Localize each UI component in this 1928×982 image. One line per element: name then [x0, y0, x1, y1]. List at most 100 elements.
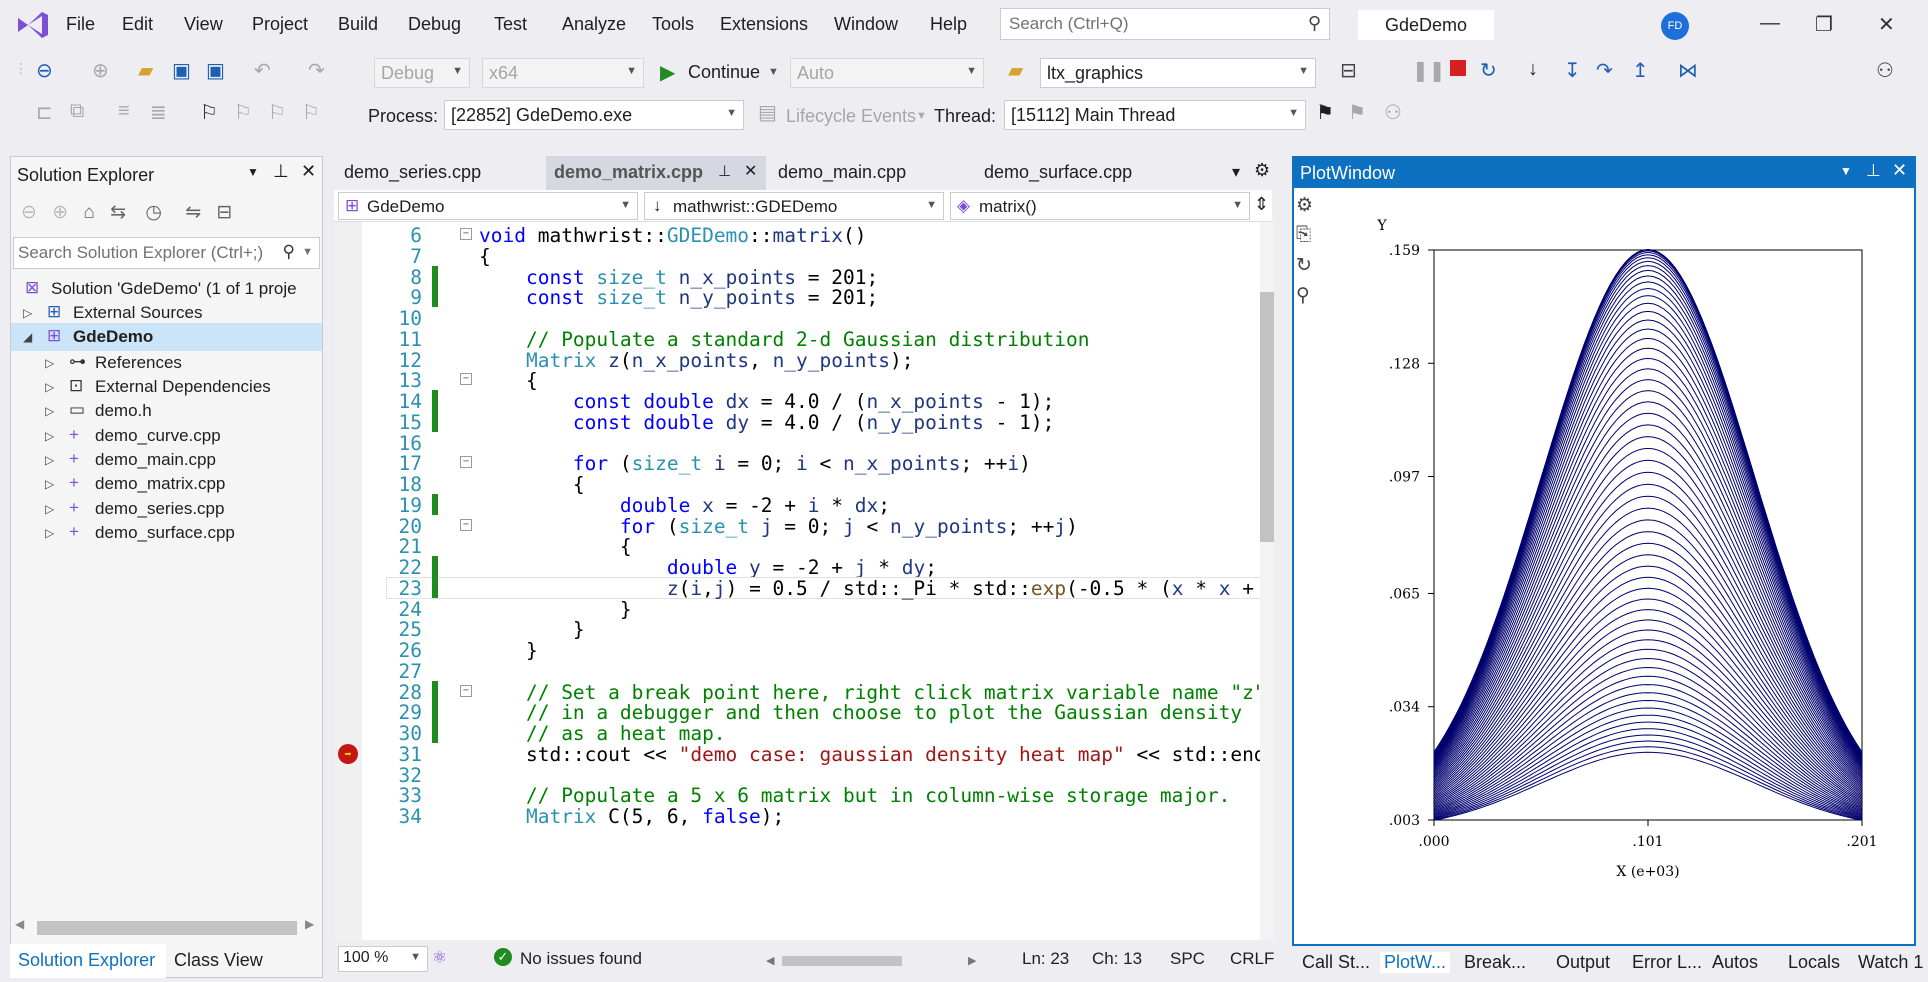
pin-icon[interactable]: ⊥: [273, 161, 289, 182]
platform-combo[interactable]: x64 ▼: [482, 58, 644, 88]
collapsed-icon[interactable]: ▷: [45, 404, 54, 418]
scroll-left-icon[interactable]: ◀: [15, 917, 24, 931]
restore-icon[interactable]: ❐: [1815, 12, 1833, 37]
save-all-icon[interactable]: ▣: [206, 58, 225, 83]
collapsed-icon[interactable]: ▷: [45, 453, 54, 467]
issues-status[interactable]: No issues found: [520, 949, 642, 969]
restart-icon[interactable]: ↻: [1480, 58, 1497, 83]
zoom-combo[interactable]: 100 % ▼: [338, 946, 428, 972]
home-icon[interactable]: ⌂: [83, 202, 94, 223]
collapsed-icon[interactable]: ▷: [45, 429, 54, 443]
pause-icon[interactable]: ❚❚: [1412, 58, 1446, 83]
tree-item-demo-matrix-cpp[interactable]: ▷ + demo_matrix.cpp: [11, 470, 322, 498]
tab-solution-explorer[interactable]: Solution Explorer: [10, 944, 166, 978]
tab-demo-series[interactable]: demo_series.cpp: [344, 162, 481, 183]
line-indicator[interactable]: Ln: 23: [1022, 949, 1069, 969]
step-over-icon[interactable]: ↷: [1596, 58, 1613, 83]
gear-icon[interactable]: ⚙: [1254, 160, 1270, 181]
column-indicator[interactable]: Ch: 13: [1092, 949, 1142, 969]
whitespace-indicator[interactable]: SPC: [1170, 949, 1205, 969]
close-icon[interactable]: ✕: [1892, 160, 1907, 181]
pin-icon[interactable]: ⊥: [1866, 161, 1881, 181]
browser-link-icon[interactable]: ⊟: [1340, 58, 1357, 83]
prev-bookmark-icon[interactable]: ⚐: [234, 100, 252, 125]
collapsed-icon[interactable]: ▷: [45, 356, 54, 370]
tree-project-gdedemo[interactable]: ◢ ⊞ GdeDemo: [11, 323, 322, 351]
outdent-icon[interactable]: ≣: [150, 100, 167, 125]
navigate-back-icon[interactable]: ⊖: [36, 58, 53, 83]
nav-project-combo[interactable]: ⊞ GdeDemo ▼: [338, 192, 638, 220]
chevron-down-icon[interactable]: ▼: [916, 110, 927, 122]
split-icon[interactable]: ⇕: [1254, 194, 1269, 215]
collapse-region-icon[interactable]: −: [460, 456, 472, 469]
live-share-icon[interactable]: ⚇: [1876, 58, 1894, 83]
switch-view-icon[interactable]: ⇆: [110, 202, 126, 223]
tab-demo-main[interactable]: demo_main.cpp: [778, 162, 906, 183]
tab-output[interactable]: Output: [1556, 952, 1610, 973]
settings-icon[interactable]: ⚙: [1296, 194, 1326, 224]
undo-icon[interactable]: ↶: [254, 58, 271, 83]
solution-search-input[interactable]: Search Solution Explorer (Ctrl+;) ⚲ ▼: [13, 237, 320, 269]
tree-item-demo-h[interactable]: ▷ ▭ demo.h: [11, 397, 322, 425]
collapse-region-icon[interactable]: −: [460, 518, 472, 531]
refresh-icon[interactable]: ↻: [1296, 254, 1326, 284]
export-icon[interactable]: ⎘: [1296, 224, 1326, 254]
next-bookmark-icon[interactable]: ⚐: [268, 100, 286, 125]
chevron-down-icon[interactable]: ▼: [768, 66, 779, 78]
menu-extensions[interactable]: Extensions: [720, 14, 808, 35]
collapsed-icon[interactable]: ▷: [45, 380, 54, 394]
bookmark-icon[interactable]: ⚐: [200, 100, 218, 125]
startup-project-combo[interactable]: ltx_graphics ▼: [1040, 58, 1316, 88]
menu-build[interactable]: Build: [338, 14, 378, 35]
pending-changes-icon[interactable]: ◷: [145, 202, 162, 223]
minimize-icon[interactable]: —: [1760, 12, 1780, 35]
tab-plotw[interactable]: PlotW...: [1380, 952, 1451, 973]
horizontal-scrollbar[interactable]: [782, 956, 902, 966]
tab-autos[interactable]: Autos: [1712, 952, 1758, 973]
menu-file[interactable]: File: [66, 14, 95, 35]
collapsed-icon[interactable]: ▷: [45, 477, 54, 491]
diagnostic-tools-icon[interactable]: ⋈: [1678, 58, 1698, 83]
lifecycle-events-button[interactable]: Lifecycle Events: [786, 106, 916, 127]
tree-item-demo-surface-cpp[interactable]: ▷ + demo_surface.cpp: [11, 519, 322, 547]
collapsed-icon[interactable]: ▷: [23, 306, 32, 320]
tab-class-view[interactable]: Class View: [174, 950, 263, 971]
step-out-icon[interactable]: ↥: [1632, 58, 1649, 83]
scroll-left-icon[interactable]: ◀: [766, 954, 774, 967]
collapse-region-icon[interactable]: −: [460, 373, 472, 386]
nav-member-combo[interactable]: ◈ matrix() ▼: [950, 192, 1250, 220]
scrollbar-thumb[interactable]: [1260, 292, 1274, 542]
menu-window[interactable]: Window: [834, 14, 898, 35]
pin-icon[interactable]: ⊥: [718, 162, 731, 180]
vertical-scrollbar[interactable]: [1260, 222, 1274, 940]
auto-combo[interactable]: Auto ▼: [790, 58, 984, 88]
tab-error-l[interactable]: Error L...: [1632, 952, 1702, 973]
menu-view[interactable]: View: [184, 14, 223, 35]
menu-project[interactable]: Project: [252, 14, 308, 35]
tab-call-st[interactable]: Call St...: [1302, 952, 1370, 973]
menu-debug[interactable]: Debug: [408, 14, 461, 35]
redo-icon[interactable]: ↷: [308, 58, 325, 83]
continue-icon[interactable]: ▶: [660, 60, 675, 85]
avatar[interactable]: FD: [1661, 12, 1689, 40]
code-editor[interactable]: 6− void mathwrist::GDEDemo::matrix() 7{8 c…: [334, 222, 1274, 940]
tab-break[interactable]: Break...: [1464, 952, 1526, 973]
tab-locals[interactable]: Locals: [1788, 952, 1840, 973]
horizontal-scrollbar[interactable]: [37, 921, 297, 935]
show-next-statement-icon[interactable]: ↓: [1528, 58, 1538, 81]
expanded-icon[interactable]: ◢: [23, 330, 32, 344]
config-combo[interactable]: Debug ▼: [374, 58, 470, 88]
hex-display-icon[interactable]: ⊏: [36, 100, 53, 125]
navigate-forward-icon[interactable]: ⊕: [92, 58, 109, 83]
close-icon[interactable]: ✕: [744, 161, 757, 181]
menu-analyze[interactable]: Analyze: [562, 14, 626, 35]
menu-tools[interactable]: Tools: [652, 14, 694, 35]
code-area[interactable]: 6− void mathwrist::GDEDemo::matrix() 7{8 c…: [334, 222, 1272, 940]
thread-combo[interactable]: [15112] Main Thread ▼: [1004, 100, 1306, 130]
gaussian-plot[interactable]: .003 .034 .065 .097 .128 .159 .000 .101 .201 Y X (…: [1334, 194, 1908, 914]
intellicode-icon[interactable]: ⚛: [432, 948, 447, 968]
code-line[interactable]: 34 Matrix C(5, 6, false);: [334, 805, 1272, 831]
tab-demo-surface[interactable]: demo_surface.cpp: [984, 162, 1132, 183]
zoom-icon[interactable]: ⚲: [1296, 284, 1326, 314]
menu-edit[interactable]: Edit: [122, 14, 153, 35]
